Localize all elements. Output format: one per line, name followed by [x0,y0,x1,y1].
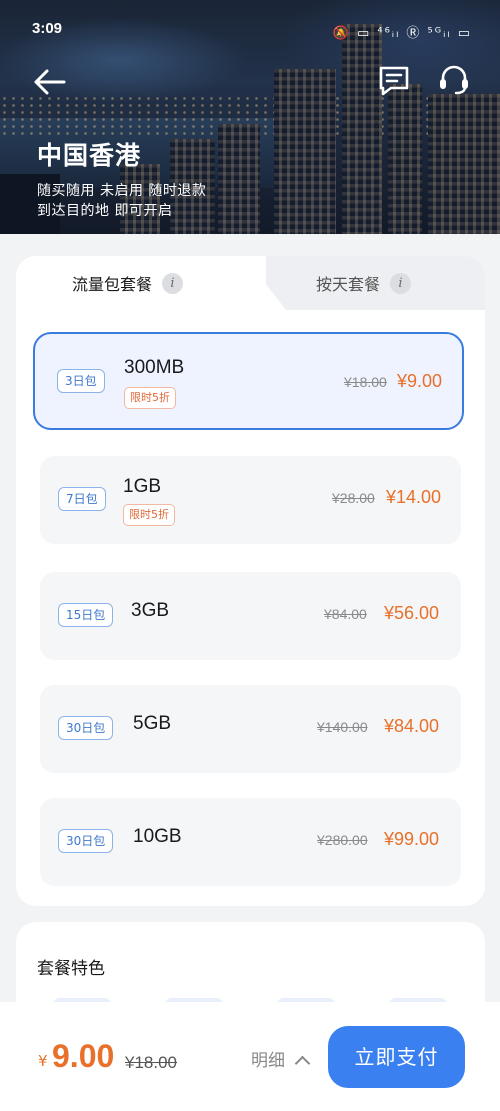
sale-price: ¥99.00 [384,829,440,849]
status-time: 3:09 [32,20,63,37]
hero-banner: 3:09 🔕 ▭ ⁴⁶ᵢₗ Ⓡ ⁵ᴳᵢₗ ▭ 中国香港 随买随用 未启用 随时退… [0,0,500,234]
sale-price: ¥84.00 [384,716,440,736]
arrow-left-icon [34,69,66,95]
status-bar: 3:09 🔕 ▭ ⁴⁶ᵢₗ Ⓡ ⁵ᴳᵢₗ ▭ [0,0,500,41]
data-size: 10GB [133,826,182,847]
skyscraper [342,24,382,234]
back-button[interactable] [30,62,70,102]
original-price: ¥18.00 [344,374,387,390]
days-badge: 30日包 [58,716,114,740]
building [218,124,260,234]
customer-service-button[interactable] [436,62,472,98]
tab-label: 按天套餐 [316,275,381,294]
hero-subtitle-line1: 随买随用 未启用 随时退款 [37,183,207,199]
building [428,94,500,234]
messages-button[interactable] [376,64,412,98]
package-option-300mb[interactable]: 3日包 300MB 限时5折 ¥18.00 ¥9.00 [33,332,464,430]
info-icon[interactable]: i [162,272,184,294]
days-badge: 30日包 [58,829,114,853]
tab-data-packages[interactable]: 流量包套餐 i [72,256,184,310]
sale-price: ¥9.00 [397,371,443,391]
message-icon [379,66,409,96]
package-option-3gb[interactable]: 15日包 3GB ¥84.00 ¥56.00 [40,572,461,660]
data-size: 300MB [124,357,185,378]
status-icons: 🔕 ▭ ⁴⁶ᵢₗ Ⓡ ⁵ᴳᵢₗ ▭ [332,26,472,41]
data-size: 1GB [123,476,162,497]
sale-price: ¥56.00 [384,603,440,623]
detail-label: 明细 [251,1051,285,1071]
days-badge: 3日包 [57,369,105,393]
days-badge: 15日包 [58,603,114,627]
package-option-1gb[interactable]: 7日包 1GB 限时5折 ¥28.00 ¥14.00 [40,456,461,544]
total-price: 9.00 [52,1038,115,1074]
features-title: 套餐特色 [37,959,105,979]
original-total: ¥18.00 [125,1053,177,1072]
pay-now-button[interactable]: 立即支付 [328,1026,465,1088]
original-price: ¥28.00 [332,490,375,506]
original-price: ¥140.00 [317,719,368,735]
package-option-10gb[interactable]: 30日包 10GB ¥280.00 ¥99.00 [40,798,461,886]
package-card: 流量包套餐 i 按天套餐 i 3日包 300MB 限时5折 ¥18.00 ¥9.… [16,256,485,906]
page-title: 中国香港 [37,141,142,170]
package-option-5gb[interactable]: 30日包 5GB ¥140.00 ¥84.00 [40,685,461,773]
currency-symbol: ¥ [38,1052,48,1070]
days-badge: 7日包 [58,487,106,511]
hero-subtitle-line2: 到达目的地 即可开启 [37,203,173,219]
price-detail-button[interactable]: 明细 [251,1046,311,1072]
info-icon[interactable]: i [390,272,412,294]
data-size: 3GB [131,600,170,621]
sale-price: ¥14.00 [386,487,442,507]
headset-icon [440,65,468,95]
tab-daily-packages[interactable]: 按天套餐 i [316,256,412,310]
building [388,84,422,234]
checkout-bar: ¥ 9.00 ¥18.00 明细 立即支付 [0,1002,500,1111]
data-size: 5GB [133,713,172,734]
skyscraper [274,69,336,234]
chevron-up-icon [294,1055,311,1072]
original-price: ¥84.00 [324,606,367,622]
discount-tag: 限时5折 [124,387,176,409]
tab-label: 流量包套餐 [72,275,153,294]
original-price: ¥280.00 [317,832,368,848]
discount-tag: 限时5折 [123,504,175,526]
